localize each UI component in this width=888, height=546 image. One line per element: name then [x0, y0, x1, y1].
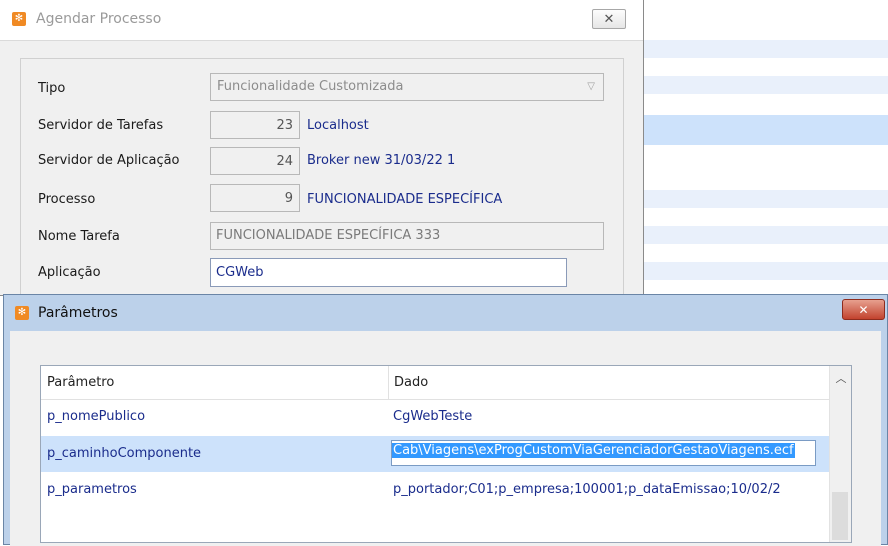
column-header-dado[interactable]: Dado	[388, 366, 428, 399]
background-row	[640, 262, 888, 280]
parametros-grid[interactable]: Parâmetro Dado p_nomePublico CgWebTeste …	[40, 365, 852, 543]
background-row-selected	[640, 115, 888, 145]
close-button[interactable]: ✕	[842, 299, 885, 320]
servidor-aplicacao-code-field[interactable]: 24	[210, 147, 300, 175]
column-header-parametro[interactable]: Parâmetro	[47, 366, 114, 399]
scrollbar-thumb[interactable]	[832, 492, 848, 540]
processo-code-field[interactable]: 9	[210, 184, 300, 212]
servidor-tarefas-description: Localhost	[307, 118, 369, 133]
chevron-down-icon: ▽	[587, 81, 595, 92]
table-row-selected[interactable]: p_caminhoComponente Cab\Viagens\exProgCu…	[41, 436, 830, 472]
background-row	[640, 76, 888, 94]
processo-description: FUNCIONALIDADE ESPECÍFICA	[307, 192, 503, 207]
window-title: Agendar Processo	[36, 11, 162, 27]
nome-tarefa-field[interactable]: FUNCIONALIDADE ESPECÍFICA 333	[210, 222, 604, 250]
app-logo-icon: ✻	[12, 12, 26, 26]
background-row	[640, 226, 888, 244]
servidor-tarefas-label: Servidor de Tarefas	[38, 118, 164, 133]
parametros-titlebar[interactable]: ✻ Parâmetros ✕	[4, 295, 887, 331]
selected-text: Cab\Viagens\exProgCustomViaGerenciadorGe…	[392, 443, 795, 458]
scroll-up-arrow-icon[interactable]: ︿	[830, 370, 851, 386]
servidor-aplicacao-description: Broker new 31/03/22 1	[307, 153, 456, 168]
dado-cell-editor[interactable]: Cab\Viagens\exProgCustomViaGerenciadorGe…	[391, 440, 816, 466]
agendar-processo-window: ✻ Agendar Processo ✕ Tipo Funcionalidade…	[0, 0, 644, 296]
window-title: Parâmetros	[38, 305, 118, 321]
processo-label: Processo	[38, 192, 96, 207]
agendar-processo-titlebar[interactable]: ✻ Agendar Processo ✕	[0, 0, 643, 41]
servidor-tarefas-code-field[interactable]: 23	[210, 111, 300, 139]
table-row[interactable]: p_parametros p_portador;C01;p_empresa;10…	[41, 472, 830, 508]
close-button[interactable]: ✕	[592, 9, 626, 29]
param-cell: p_caminhoComponente	[47, 446, 202, 461]
servidor-aplicacao-label: Servidor de Aplicação	[38, 153, 180, 168]
param-cell: p_nomePublico	[47, 409, 146, 424]
vertical-scrollbar[interactable]: ︿	[829, 366, 851, 542]
tipo-label: Tipo	[38, 81, 66, 96]
tipo-value: Funcionalidade Customizada	[217, 79, 404, 94]
table-row[interactable]: p_nomePublico CgWebTeste	[41, 399, 830, 435]
parametros-window: ✻ Parâmetros ✕ Parâmetro Dado p_nomePubl…	[3, 294, 888, 546]
aplicacao-input[interactable]: CGWeb	[210, 258, 567, 287]
aplicacao-label: Aplicação	[38, 265, 101, 280]
tipo-combobox[interactable]: Funcionalidade Customizada ▽	[210, 73, 604, 101]
grid-header: Parâmetro Dado	[41, 366, 830, 400]
background-row	[640, 190, 888, 208]
param-cell: p_parametros	[47, 482, 137, 497]
dado-cell[interactable]: p_portador;C01;p_empresa;100001;p_dataEm…	[393, 472, 823, 508]
dado-cell[interactable]: CgWebTeste	[393, 399, 823, 435]
nome-tarefa-label: Nome Tarefa	[38, 229, 120, 244]
background-row	[640, 40, 888, 58]
nome-tarefa-value: FUNCIONALIDADE ESPECÍFICA 333	[216, 228, 441, 243]
app-logo-icon: ✻	[15, 306, 29, 320]
